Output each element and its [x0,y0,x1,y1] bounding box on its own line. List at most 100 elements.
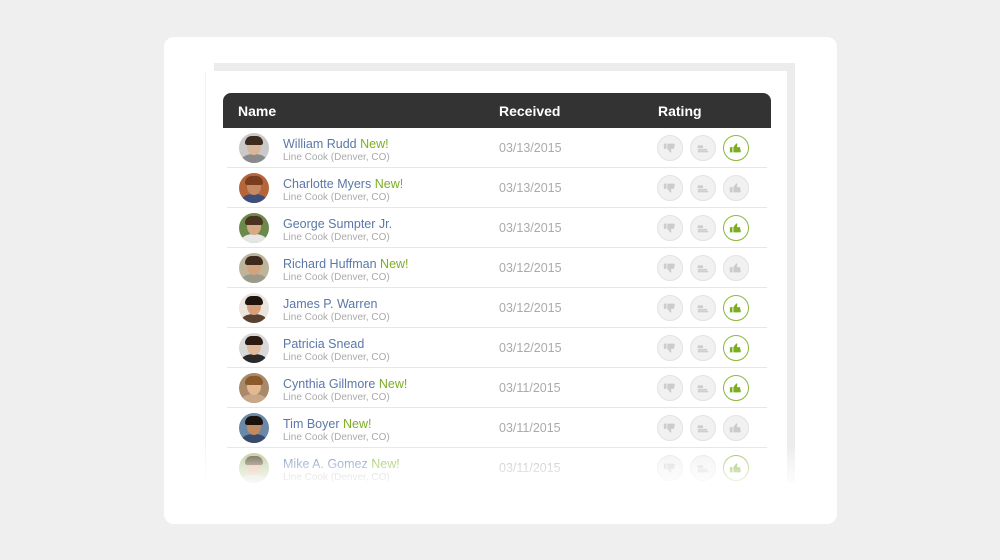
new-badge: New! [371,457,400,471]
rate-up-button[interactable] [723,175,749,201]
applicant-role: Line Cook (Denver, CO) [283,192,390,203]
avatar-hair [245,296,263,305]
avatar-hair [245,416,263,425]
avatar[interactable] [239,293,269,323]
avatar-shoulders [241,154,267,163]
applicant-name-link[interactable]: Tim Boyer [283,417,340,431]
rate-up-button[interactable] [723,375,749,401]
avatar[interactable] [239,213,269,243]
applicant-name-link[interactable]: James P. Warren [283,297,377,311]
table-row[interactable]: William Rudd New! Line Cook (Denver, CO)… [227,128,767,168]
rate-up-button[interactable] [723,415,749,441]
avatar[interactable] [239,253,269,283]
thumbs-up-icon [729,383,741,393]
thumbs-down-icon [663,423,675,433]
table-row[interactable]: Mike A. Gomez New! Line Cook (Denver, CO… [227,448,767,487]
applicant-name-line: William Rudd New! [283,137,389,151]
rating-group [657,175,749,201]
rate-neutral-button[interactable] [690,135,716,161]
avatar-hair [245,376,263,385]
avatar-hair [245,456,263,465]
thumbs-sideways-icon [697,305,709,313]
avatar-shoulders [241,314,267,323]
thumbs-up-icon [729,143,741,153]
thumbs-down-icon [663,143,675,153]
rate-down-button[interactable] [657,375,683,401]
avatar[interactable] [239,173,269,203]
rate-neutral-button[interactable] [690,255,716,281]
rating-group [657,335,749,361]
table-row[interactable]: Cynthia Gillmore New! Line Cook (Denver,… [227,368,767,408]
applicant-role: Line Cook (Denver, CO) [283,472,390,483]
new-badge: New! [374,177,404,191]
rate-down-button[interactable] [657,255,683,281]
thumbs-down-icon [663,463,675,473]
rate-neutral-button[interactable] [690,415,716,441]
avatar-hair [245,216,263,225]
rate-down-button[interactable] [657,215,683,241]
applicant-name-line: Cynthia Gillmore New! [283,377,407,391]
applicant-name-link[interactable]: Cynthia Gillmore [283,377,375,391]
applicant-name-link[interactable]: George Sumpter Jr. [283,217,392,231]
rate-neutral-button[interactable] [690,375,716,401]
rate-down-button[interactable] [657,135,683,161]
received-date: 03/11/2015 [499,421,561,435]
table-row[interactable]: Patricia Snead Line Cook (Denver, CO) 03… [227,328,767,368]
received-date: 03/11/2015 [499,381,561,395]
applicant-role: Line Cook (Denver, CO) [283,352,390,363]
rate-up-button[interactable] [723,455,749,481]
table-row[interactable]: Richard Huffman New! Line Cook (Denver, … [227,248,767,288]
avatar[interactable] [239,333,269,363]
rate-neutral-button[interactable] [690,175,716,201]
column-header-name[interactable]: Name [238,103,276,119]
rate-down-button[interactable] [657,295,683,321]
rate-up-button[interactable] [723,135,749,161]
column-header-rating[interactable]: Rating [658,103,702,119]
avatar[interactable] [239,373,269,403]
applicant-name-line: George Sumpter Jr. [283,217,392,231]
table-row[interactable]: Charlotte Myers New! Line Cook (Denver, … [227,168,767,208]
column-header-received[interactable]: Received [499,103,560,119]
rate-up-button[interactable] [723,295,749,321]
rate-up-button[interactable] [723,215,749,241]
avatar-shoulders [241,394,267,403]
applicant-role: Line Cook (Denver, CO) [283,312,390,323]
table-row[interactable]: George Sumpter Jr. Line Cook (Denver, CO… [227,208,767,248]
received-date: 03/13/2015 [499,221,562,235]
rate-neutral-button[interactable] [690,335,716,361]
applicant-name-line: James P. Warren [283,297,377,311]
rate-down-button[interactable] [657,415,683,441]
rate-neutral-button[interactable] [690,295,716,321]
applicant-role: Line Cook (Denver, CO) [283,432,390,443]
rate-neutral-button[interactable] [690,215,716,241]
applicant-name-link[interactable]: Richard Huffman [283,257,377,271]
rate-down-button[interactable] [657,175,683,201]
avatar[interactable] [239,413,269,443]
rating-group [657,215,749,241]
rate-up-button[interactable] [723,335,749,361]
rate-neutral-button[interactable] [690,455,716,481]
rate-down-button[interactable] [657,455,683,481]
rate-up-button[interactable] [723,255,749,281]
avatar-hair [245,176,263,185]
table-row[interactable]: Tim Boyer New! Line Cook (Denver, CO) 03… [227,408,767,448]
received-date: 03/11/2015 [499,461,561,475]
received-date: 03/12/2015 [499,341,562,355]
thumbs-down-icon [663,383,675,393]
rating-group [657,415,749,441]
avatar[interactable] [239,453,269,483]
applicants-table: Name Received Rating William Rudd New! L… [223,93,771,487]
thumbs-down-icon [663,223,675,233]
table-row[interactable]: James P. Warren Line Cook (Denver, CO) 0… [227,288,767,328]
avatar[interactable] [239,133,269,163]
rate-down-button[interactable] [657,335,683,361]
thumbs-up-icon [729,263,741,273]
avatar-shoulders [241,434,267,443]
applicant-name-link[interactable]: Charlotte Myers [283,177,371,191]
rating-group [657,135,749,161]
avatar-shoulders [241,474,267,483]
applicant-name-link[interactable]: Patricia Snead [283,337,364,351]
applicant-name-link[interactable]: Mike A. Gomez [283,457,368,471]
applicant-name-link[interactable]: William Rudd [283,137,357,151]
new-badge: New! [378,377,408,391]
